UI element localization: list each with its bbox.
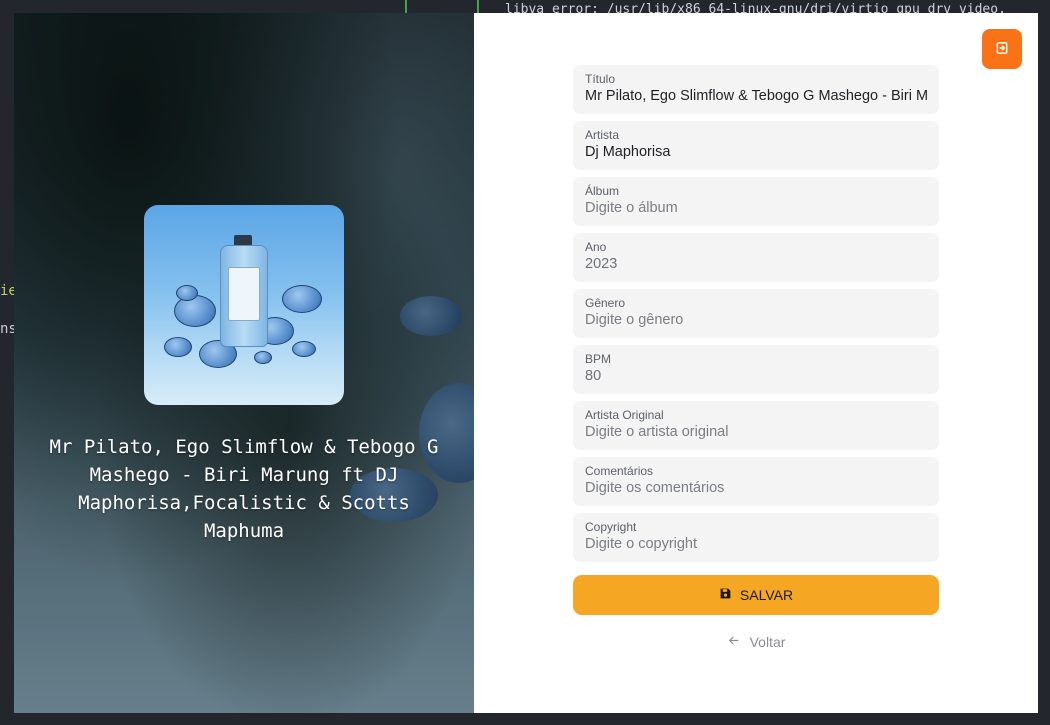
save-button[interactable]: SALVAR bbox=[573, 575, 939, 615]
bpm-input[interactable] bbox=[585, 367, 927, 385]
field-label: Copyright bbox=[585, 520, 637, 534]
genre-field[interactable]: Gênero bbox=[573, 289, 939, 338]
art-cloud bbox=[176, 285, 198, 301]
art-cloud bbox=[292, 341, 316, 357]
metadata-form-panel: Título Artista Álbum Ano Gênero BPM bbox=[474, 13, 1038, 713]
back-label: Voltar bbox=[749, 634, 786, 650]
field-label: BPM bbox=[585, 352, 612, 366]
artist-input[interactable] bbox=[585, 143, 927, 161]
copyright-input[interactable] bbox=[585, 535, 927, 553]
edit-metadata-modal: Mr Pilato, Ego Slimflow & Tebogo G Mashe… bbox=[14, 13, 1038, 713]
terminal-divider bbox=[477, 0, 479, 14]
comments-input[interactable] bbox=[585, 479, 927, 497]
song-title: Mr Pilato, Ego Slimflow & Tebogo G Mashe… bbox=[49, 436, 439, 542]
title-field[interactable]: Título bbox=[573, 65, 939, 114]
arrow-left-icon bbox=[727, 634, 740, 650]
album-input[interactable] bbox=[585, 199, 927, 217]
art-cloud bbox=[164, 337, 192, 357]
original-artist-input[interactable] bbox=[585, 423, 927, 441]
bottle-label bbox=[228, 267, 260, 321]
genre-input[interactable] bbox=[585, 311, 927, 329]
artist-field[interactable]: Artista bbox=[573, 121, 939, 170]
save-icon bbox=[719, 587, 732, 603]
album-art bbox=[144, 205, 344, 405]
field-label: Artista Original bbox=[585, 408, 664, 422]
exit-icon bbox=[995, 40, 1009, 59]
art-cloud bbox=[254, 351, 272, 364]
field-label: Artista bbox=[585, 128, 620, 142]
field-label: Ano bbox=[585, 240, 607, 254]
album-field[interactable]: Álbum bbox=[573, 177, 939, 226]
exit-button[interactable] bbox=[982, 29, 1022, 69]
bpm-field[interactable]: BPM bbox=[573, 345, 939, 394]
year-input[interactable] bbox=[585, 255, 927, 273]
terminal-divider bbox=[405, 0, 407, 14]
original-artist-field[interactable]: Artista Original bbox=[573, 401, 939, 450]
art-cloud bbox=[282, 285, 322, 313]
comments-field[interactable]: Comentários bbox=[573, 457, 939, 506]
metadata-form: Título Artista Álbum Ano Gênero BPM bbox=[573, 65, 939, 650]
year-field[interactable]: Ano bbox=[573, 233, 939, 282]
cover-panel: Mr Pilato, Ego Slimflow & Tebogo G Mashe… bbox=[14, 13, 474, 713]
back-link[interactable]: Voltar bbox=[573, 634, 939, 650]
field-label: Comentários bbox=[585, 464, 654, 478]
field-label: Título bbox=[585, 72, 616, 86]
title-input[interactable] bbox=[585, 87, 927, 105]
field-label: Álbum bbox=[585, 184, 620, 198]
field-label: Gênero bbox=[585, 296, 626, 310]
copyright-field[interactable]: Copyright bbox=[573, 513, 939, 562]
save-label: SALVAR bbox=[739, 587, 794, 603]
